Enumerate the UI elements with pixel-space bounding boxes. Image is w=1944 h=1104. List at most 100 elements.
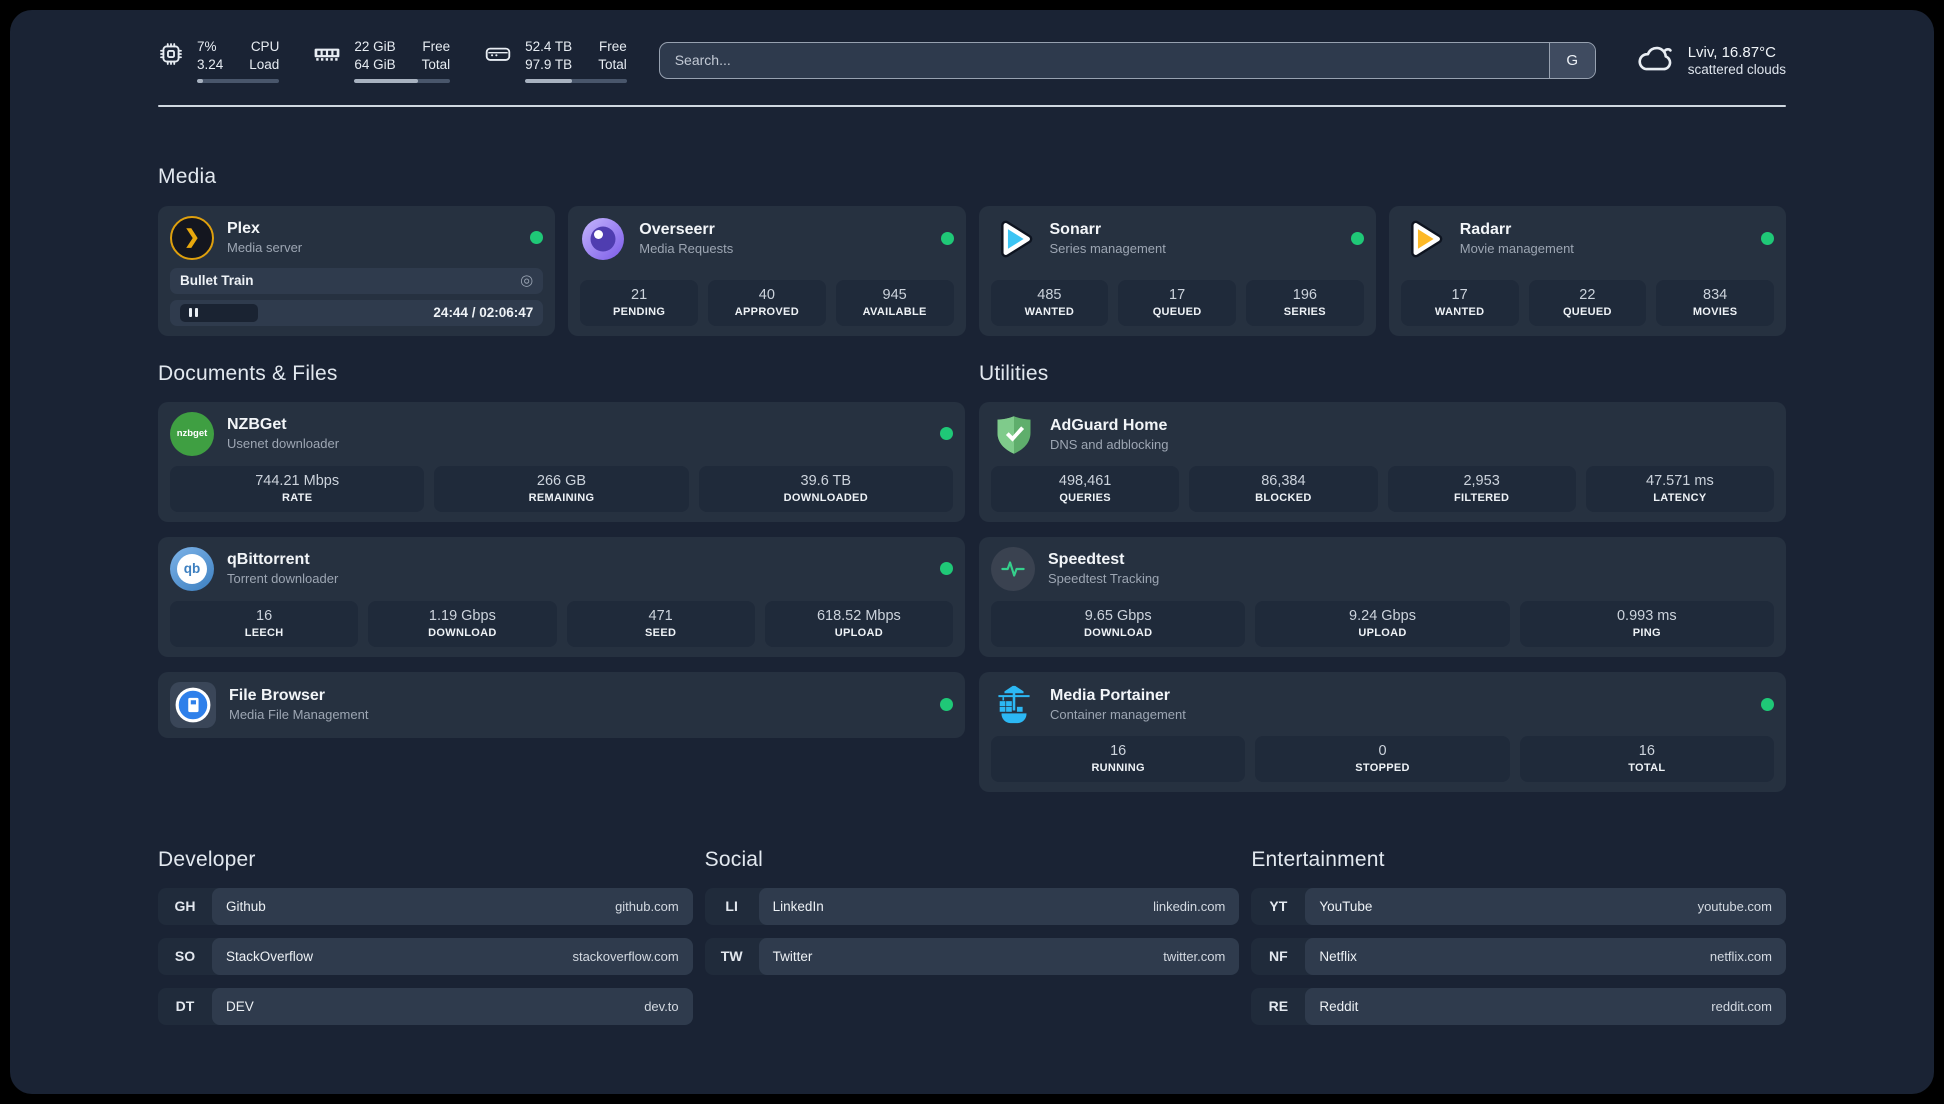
memory-free-value: 22 GiB bbox=[354, 39, 396, 54]
playback-time: 24:44 / 02:06:47 bbox=[433, 305, 534, 321]
service-card-speedtest[interactable]: Speedtest Speedtest Tracking 9.65 Gbps DO… bbox=[979, 536, 1786, 657]
service-title[interactable]: Sonarr bbox=[1050, 221, 1166, 239]
service-subtitle: Container management bbox=[1050, 707, 1186, 723]
disk-total-value: 97.9 TB bbox=[525, 56, 573, 72]
status-indicator bbox=[940, 427, 953, 441]
service-title[interactable]: Media Portainer bbox=[1050, 687, 1186, 705]
disk-free-label: Free bbox=[598, 39, 627, 54]
stat-available: 945 AVAILABLE bbox=[835, 279, 954, 326]
bookmark-url: reddit.com bbox=[1711, 998, 1772, 1014]
qbittorrent-icon: qb bbox=[170, 546, 214, 591]
bookmark-twitter[interactable]: TW Twitter twitter.com bbox=[704, 937, 1240, 975]
overseerr-icon bbox=[580, 216, 626, 262]
disk-widget: 52.4 TB 97.9 TB Free Total bbox=[484, 38, 627, 83]
bookmark-url: linkedin.com bbox=[1153, 898, 1226, 914]
service-title[interactable]: Plex bbox=[227, 220, 302, 238]
service-title[interactable]: File Browser bbox=[229, 687, 368, 705]
bookmark-url: twitter.com bbox=[1163, 948, 1226, 964]
bookmark-dev[interactable]: DT DEV dev.to bbox=[158, 987, 693, 1025]
service-card-adguard[interactable]: AdGuard Home DNS and adblocking 498,461 Q… bbox=[979, 401, 1786, 522]
weather-widget: Lviv, 16.87°C scattered clouds bbox=[1634, 41, 1786, 80]
bookmark-abbr: DT bbox=[175, 998, 195, 1015]
stat-leech: 16 LEECH bbox=[170, 600, 359, 647]
stat-stopped: 0 STOPPED bbox=[1255, 735, 1510, 782]
stat-wanted: 485 WANTED bbox=[990, 279, 1109, 326]
stat-approved: 40 APPROVED bbox=[708, 279, 826, 326]
service-subtitle: Series management bbox=[1049, 241, 1166, 257]
bookmark-name: Netflix bbox=[1319, 948, 1357, 964]
memory-icon bbox=[313, 41, 341, 67]
stat-queries: 498,461 QUERIES bbox=[991, 465, 1180, 512]
stat-pending: 21 PENDING bbox=[580, 279, 698, 326]
service-title[interactable]: Speedtest bbox=[1048, 551, 1159, 569]
stat-blocked: 86,384 BLOCKED bbox=[1189, 465, 1378, 512]
service-title[interactable]: Overseerr bbox=[639, 221, 733, 239]
service-subtitle: Usenet downloader bbox=[227, 436, 340, 452]
stat-latency: 47.571 ms LATENCY bbox=[1585, 465, 1774, 512]
cpu-load-value: 3.24 bbox=[197, 56, 224, 72]
service-title[interactable]: Radarr bbox=[1460, 221, 1574, 239]
bookmark-netflix[interactable]: NF Netflix netflix.com bbox=[1251, 937, 1786, 975]
stat-seed: 471 SEED bbox=[566, 600, 755, 647]
bookmark-reddit[interactable]: RE Reddit reddit.com bbox=[1251, 987, 1786, 1025]
status-indicator bbox=[940, 232, 954, 246]
service-card-overseerr[interactable]: Overseerr Media Requests 21 PENDING 40 APP… bbox=[568, 205, 966, 336]
stat-upload: 618.52 Mbps UPLOAD bbox=[764, 600, 953, 647]
memory-total-label: Total bbox=[421, 56, 451, 72]
service-title[interactable]: AdGuard Home bbox=[1050, 417, 1169, 435]
now-playing-row: Bullet Train ◎ bbox=[170, 267, 544, 294]
bookmark-youtube[interactable]: YT YouTube youtube.com bbox=[1251, 887, 1786, 925]
service-title[interactable]: NZBGet bbox=[227, 416, 339, 434]
bookmark-url: youtube.com bbox=[1697, 898, 1772, 914]
bookmark-abbr: NF bbox=[1268, 948, 1288, 965]
service-subtitle: DNS and adblocking bbox=[1050, 437, 1169, 453]
service-card-plex[interactable]: ❯ Plex Media server Bullet Train ◎ 24:44… bbox=[158, 205, 556, 336]
status-indicator bbox=[1350, 232, 1364, 246]
service-card-sonarr[interactable]: Sonarr Series management 485 WANTED 17 QUE… bbox=[978, 205, 1376, 336]
bookmark-name: YouTube bbox=[1319, 898, 1373, 914]
bookmark-group-entertainment: Entertainment bbox=[1251, 847, 1385, 871]
radarr-icon bbox=[1401, 216, 1447, 262]
service-subtitle: Media server bbox=[227, 240, 303, 256]
service-card-qbittorrent[interactable]: qb qBittorrent Torrent downloader 16 LEEC… bbox=[158, 536, 965, 657]
stat-total: 16 TOTAL bbox=[1519, 735, 1774, 782]
service-card-filebrowser[interactable]: File Browser Media File Management bbox=[158, 671, 965, 738]
service-subtitle: Media File Management bbox=[229, 707, 369, 723]
stat-queued: 22 QUEUED bbox=[1528, 279, 1647, 326]
memory-total-value: 64 GiB bbox=[354, 56, 396, 72]
stat-download: 9.65 Gbps DOWNLOAD bbox=[991, 600, 1246, 647]
bookmark-group-developer: Developer bbox=[158, 847, 256, 871]
cpu-widget: 7% 3.24 CPU Load bbox=[158, 38, 280, 83]
status-indicator bbox=[940, 698, 953, 712]
portainer-icon bbox=[991, 682, 1037, 728]
bookmark-name: StackOverflow bbox=[226, 948, 314, 964]
search-input[interactable] bbox=[659, 42, 1549, 78]
service-card-radarr[interactable]: Radarr Movie management 17 WANTED 22 QUEUE… bbox=[1388, 205, 1786, 336]
stat-wanted: 17 WANTED bbox=[1400, 279, 1519, 326]
service-subtitle: Speedtest Tracking bbox=[1048, 571, 1160, 587]
now-playing-icon: ◎ bbox=[520, 272, 534, 290]
cloud-icon bbox=[1634, 41, 1676, 80]
memory-progress-bar bbox=[354, 78, 451, 83]
service-card-portainer[interactable]: Media Portainer Container management 16 R… bbox=[979, 671, 1786, 792]
bookmark-abbr: RE bbox=[1268, 998, 1289, 1015]
stat-filtered: 2,953 FILTERED bbox=[1387, 465, 1576, 512]
service-title[interactable]: qBittorrent bbox=[227, 551, 338, 569]
disk-progress-fill bbox=[525, 78, 572, 83]
stat-ping: 0.993 ms PING bbox=[1519, 600, 1774, 647]
nzbget-icon: nzbget bbox=[170, 411, 214, 456]
weather-location-temp: Lviv, 16.87°C bbox=[1687, 43, 1776, 61]
status-indicator bbox=[1761, 698, 1774, 712]
bookmark-linkedin[interactable]: LI LinkedIn linkedin.com bbox=[704, 887, 1240, 925]
service-card-nzbget[interactable]: nzbget NZBGet Usenet downloader 744.21 M… bbox=[158, 401, 965, 522]
topbar-divider bbox=[158, 104, 1786, 107]
stat-downloaded: 39.6 TB DOWNLOADED bbox=[698, 465, 953, 512]
memory-progress-fill bbox=[354, 78, 418, 83]
dashboard-panel: 7% 3.24 CPU Load 22 GiB 64 GiB Free Tota… bbox=[10, 10, 1934, 1094]
search-provider-button[interactable]: G bbox=[1548, 42, 1595, 78]
bookmark-group-social: Social bbox=[704, 847, 764, 871]
bookmark-stackoverflow[interactable]: SO StackOverflow stackoverflow.com bbox=[158, 937, 693, 975]
bookmark-github[interactable]: GH Github github.com bbox=[158, 887, 693, 925]
disk-progress-bar bbox=[525, 78, 627, 83]
service-subtitle: Media Requests bbox=[639, 241, 734, 257]
